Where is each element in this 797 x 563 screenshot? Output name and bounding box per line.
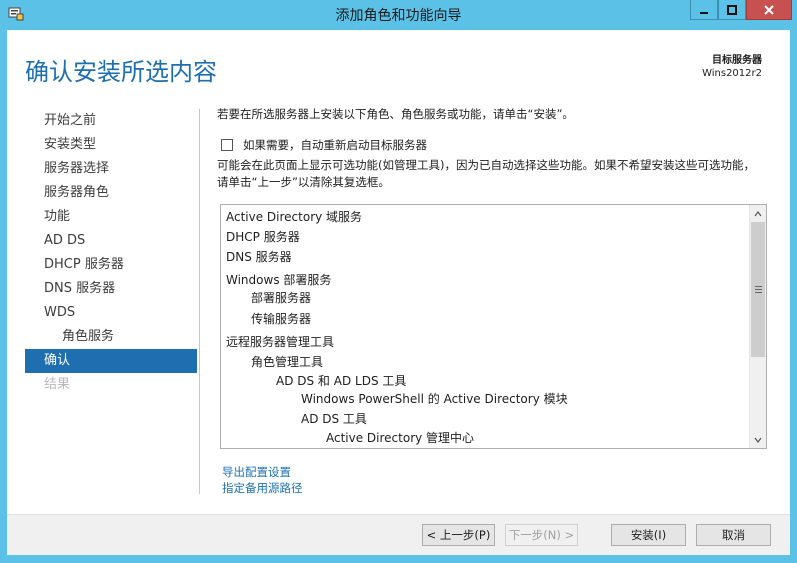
cancel-button[interactable]: 取消 bbox=[696, 524, 771, 546]
list-item: DHCP 服务器 bbox=[226, 230, 300, 244]
nav-item-dns-server[interactable]: DNS 服务器 bbox=[25, 277, 197, 301]
list-item: DNS 服务器 bbox=[226, 250, 292, 264]
minimize-button[interactable] bbox=[690, 0, 718, 20]
target-server: 目标服务器 Wins2012r2 bbox=[702, 54, 762, 80]
list-item: Active Directory 域服务 bbox=[226, 210, 363, 224]
list-item: 传输服务器 bbox=[251, 312, 312, 326]
install-button[interactable]: 安装(I) bbox=[611, 524, 686, 546]
nav-item-features[interactable]: 功能 bbox=[25, 205, 197, 229]
title-bar[interactable]: 添加角色和功能向导 bbox=[0, 0, 797, 28]
nav-item-results: 结果 bbox=[44, 377, 71, 392]
chevron-down-icon bbox=[754, 437, 762, 443]
nav-item-role-services[interactable]: 角色服务 bbox=[25, 325, 197, 349]
chevron-up-icon bbox=[754, 210, 762, 216]
nav-item-installation-type[interactable]: 安装类型 bbox=[25, 133, 197, 157]
list-item: 部署服务器 bbox=[251, 291, 312, 305]
scroll-thumb[interactable] bbox=[751, 222, 765, 357]
list-item: 远程服务器管理工具 bbox=[226, 335, 335, 349]
close-button[interactable] bbox=[746, 0, 792, 20]
target-server-label: 目标服务器 bbox=[712, 55, 762, 66]
wizard-nav: 开始之前 安装类型 服务器选择 服务器角色 功能 AD DS DHCP 服务器 … bbox=[25, 109, 197, 397]
nav-item-dhcp-server[interactable]: DHCP 服务器 bbox=[25, 253, 197, 277]
nav-item-server-roles[interactable]: 服务器角色 bbox=[25, 181, 197, 205]
list-scrollbar[interactable] bbox=[749, 205, 766, 448]
optional-features-note: 可能会在此页面上显示可选功能(如管理工具)，因为已自动选择这些功能。如果不希望安… bbox=[217, 158, 755, 189]
wizard-footer: < 上一步(P) 下一步(N) > 安装(I) 取消 bbox=[7, 514, 790, 555]
nav-item-before-you-begin[interactable]: 开始之前 bbox=[25, 109, 197, 133]
list-item: Windows 部署服务 bbox=[226, 273, 332, 287]
page-title: 确认安装所选内容 bbox=[25, 58, 217, 86]
window-title: 添加角色和功能向导 bbox=[335, 8, 462, 24]
list-item: AD DS 和 AD LDS 工具 bbox=[276, 374, 407, 388]
list-item: 角色管理工具 bbox=[251, 355, 324, 369]
minimize-icon bbox=[700, 11, 708, 14]
nav-item-wds[interactable]: WDS bbox=[25, 301, 197, 325]
maximize-button[interactable] bbox=[718, 0, 746, 20]
restart-label[interactable]: 如果需要，自动重新启动目标服务器 bbox=[243, 137, 427, 153]
previous-button[interactable]: < 上一步(P) bbox=[422, 524, 495, 546]
export-config-link[interactable]: 导出配置设置 bbox=[222, 464, 291, 480]
maximize-icon bbox=[727, 4, 737, 15]
close-icon bbox=[764, 4, 774, 15]
nav-item-server-selection[interactable]: 服务器选择 bbox=[25, 157, 197, 181]
restart-checkbox[interactable] bbox=[221, 139, 233, 151]
restart-option[interactable]: 如果需要，自动重新启动目标服务器 bbox=[221, 137, 427, 153]
list-item: Windows PowerShell 的 Active Directory 模块 bbox=[301, 392, 568, 406]
list-item: AD DS 工具 bbox=[301, 412, 367, 426]
scroll-up-button[interactable] bbox=[750, 205, 766, 222]
list-item: Active Directory 管理中心 bbox=[326, 431, 475, 445]
alternate-source-link[interactable]: 指定备用源路径 bbox=[222, 480, 303, 496]
intro-text: 若要在所选服务器上安装以下角色、角色服务或功能，请单击“安装”。 bbox=[217, 107, 574, 121]
wizard-window: 确认安装所选内容 目标服务器 Wins2012r2 开始之前 安装类型 服务器选… bbox=[7, 30, 790, 555]
next-button: 下一步(N) > bbox=[505, 524, 578, 546]
content-area: 若要在所选服务器上安装以下角色、角色服务或功能，请单击“安装”。 如果需要，自动… bbox=[217, 106, 767, 189]
selection-list[interactable]: Active Directory 域服务 DHCP 服务器 DNS 服务器 Wi… bbox=[220, 204, 767, 449]
nav-item-ad-ds[interactable]: AD DS bbox=[25, 229, 197, 253]
target-server-value: Wins2012r2 bbox=[702, 68, 762, 79]
nav-divider bbox=[199, 109, 200, 494]
grip-icon bbox=[754, 286, 762, 293]
scroll-down-button[interactable] bbox=[750, 431, 766, 448]
nav-item-confirmation[interactable]: 确认 bbox=[25, 349, 197, 373]
